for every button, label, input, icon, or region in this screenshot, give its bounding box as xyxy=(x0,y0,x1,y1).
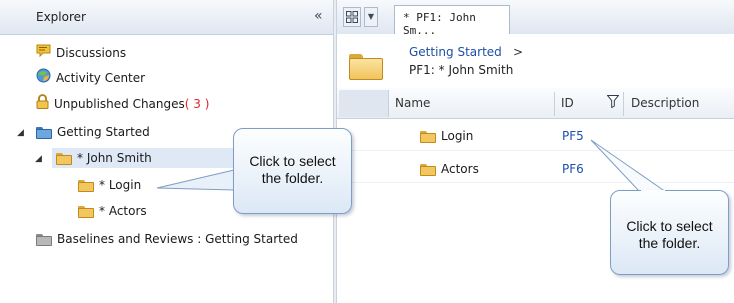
callout-pointer-cover xyxy=(234,172,665,192)
